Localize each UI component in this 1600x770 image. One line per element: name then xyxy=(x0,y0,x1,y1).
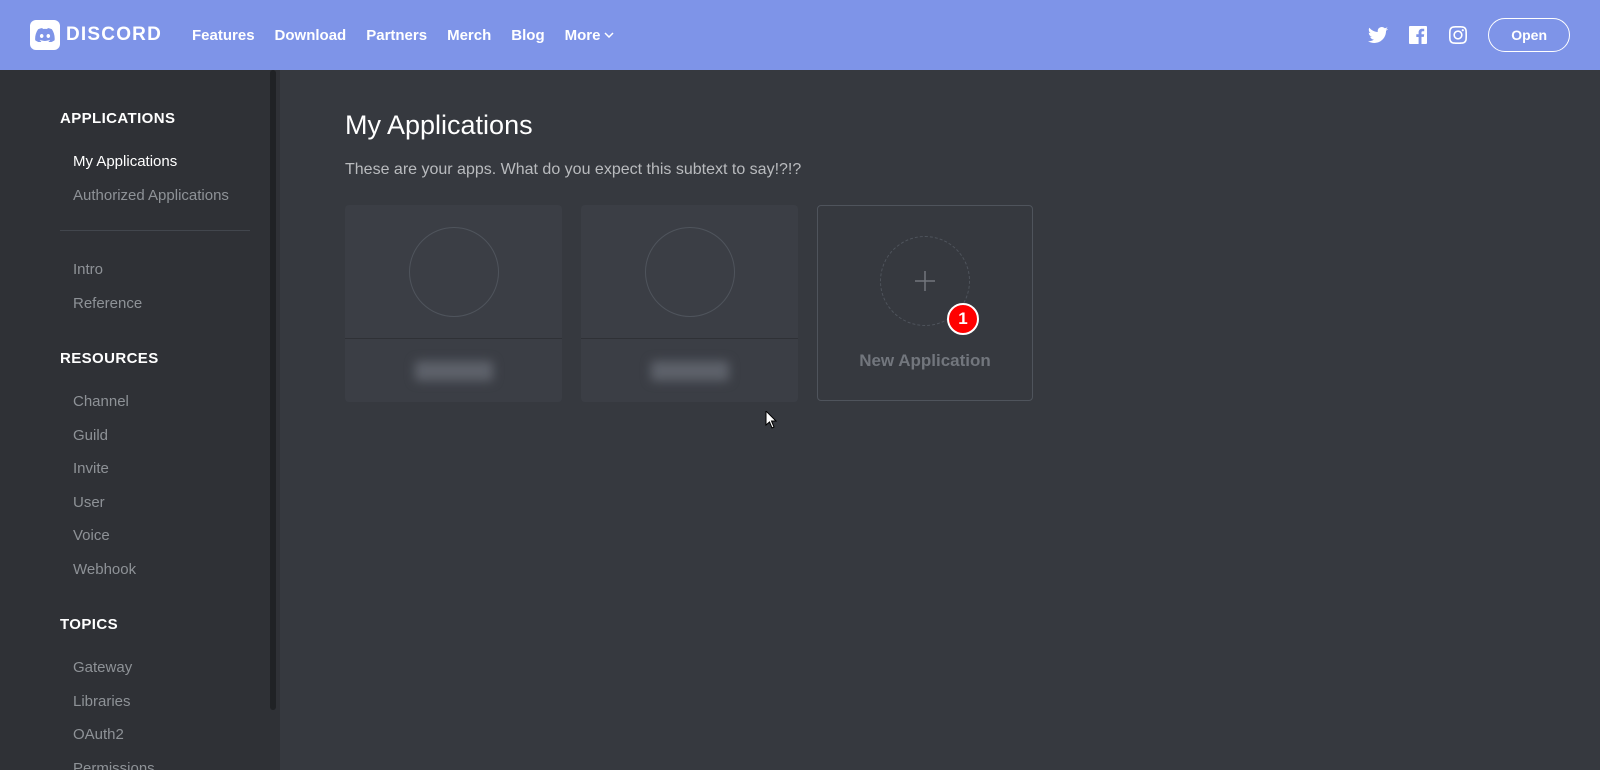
avatar-placeholder-icon xyxy=(645,227,735,317)
sidebar-item-invite[interactable]: Invite xyxy=(73,452,280,486)
body: APPLICATIONS My Applications Authorized … xyxy=(0,70,1600,770)
sidebar-item-guild[interactable]: Guild xyxy=(73,419,280,453)
discord-logo-icon xyxy=(30,20,60,50)
chevron-down-icon xyxy=(604,32,614,38)
nav-download[interactable]: Download xyxy=(275,27,347,44)
nav-more[interactable]: More xyxy=(565,27,615,44)
sidebar-section-topics: TOPICS Gateway Libraries OAuth2 Permissi… xyxy=(60,616,280,770)
nav-partners[interactable]: Partners xyxy=(366,27,427,44)
application-card-name-area xyxy=(581,339,798,402)
avatar-placeholder-icon xyxy=(409,227,499,317)
application-card-avatar-area xyxy=(581,205,798,339)
nav-more-label: More xyxy=(565,27,601,44)
sidebar-item-authorized-applications[interactable]: Authorized Applications xyxy=(73,179,280,213)
sidebar-section-applications: APPLICATIONS My Applications Authorized … xyxy=(60,110,280,320)
sidebar-divider xyxy=(60,230,250,231)
facebook-icon[interactable] xyxy=(1408,25,1428,45)
page-title: My Applications xyxy=(345,110,1600,141)
sidebar-item-libraries[interactable]: Libraries xyxy=(73,685,280,719)
sidebar-item-webhook[interactable]: Webhook xyxy=(73,553,280,587)
sidebar-heading-applications: APPLICATIONS xyxy=(60,110,280,127)
instagram-icon[interactable] xyxy=(1448,25,1468,45)
new-application-label: New Application xyxy=(859,351,991,371)
sidebar-heading-resources: RESOURCES xyxy=(60,350,280,367)
discord-logo[interactable]: DISCORD xyxy=(30,20,162,50)
new-application-circle: 1 xyxy=(880,236,970,326)
plus-icon xyxy=(911,267,939,295)
application-card[interactable] xyxy=(345,205,562,402)
header-left: DISCORD Features Download Partners Merch… xyxy=(30,20,614,50)
sidebar-item-intro[interactable]: Intro xyxy=(73,253,280,287)
sidebar-item-user[interactable]: User xyxy=(73,486,280,520)
header-right: Open xyxy=(1368,18,1570,52)
sidebar-heading-topics: TOPICS xyxy=(60,616,280,633)
sidebar-item-permissions[interactable]: Permissions xyxy=(73,752,280,770)
sidebar-item-oauth2[interactable]: OAuth2 xyxy=(73,718,280,752)
nav-blog[interactable]: Blog xyxy=(511,27,544,44)
open-button[interactable]: Open xyxy=(1488,18,1570,52)
nav-features[interactable]: Features xyxy=(192,27,255,44)
sidebar-item-my-applications[interactable]: My Applications xyxy=(73,145,280,179)
top-header: DISCORD Features Download Partners Merch… xyxy=(0,0,1600,70)
application-name-redacted xyxy=(651,361,729,381)
main-nav: Features Download Partners Merch Blog Mo… xyxy=(192,27,614,44)
sidebar-item-channel[interactable]: Channel xyxy=(73,385,280,419)
sidebar: APPLICATIONS My Applications Authorized … xyxy=(0,70,280,770)
page-subtitle: These are your apps. What do you expect … xyxy=(345,161,1600,179)
application-grid: 1 New Application xyxy=(345,205,1600,402)
notification-badge: 1 xyxy=(947,303,979,335)
scrollbar-thumb[interactable] xyxy=(270,70,276,710)
sidebar-item-gateway[interactable]: Gateway xyxy=(73,651,280,685)
application-card-avatar-area xyxy=(345,205,562,339)
new-application-button[interactable]: 1 New Application xyxy=(817,205,1033,401)
sidebar-section-resources: RESOURCES Channel Guild Invite User Voic… xyxy=(60,350,280,586)
sidebar-item-reference[interactable]: Reference xyxy=(73,287,280,321)
discord-logo-text: DISCORD xyxy=(66,24,162,46)
application-name-redacted xyxy=(415,361,493,381)
application-card[interactable] xyxy=(581,205,798,402)
sidebar-item-voice[interactable]: Voice xyxy=(73,519,280,553)
main-content: My Applications These are your apps. Wha… xyxy=(280,70,1600,770)
twitter-icon[interactable] xyxy=(1368,25,1388,45)
nav-merch[interactable]: Merch xyxy=(447,27,491,44)
application-card-name-area xyxy=(345,339,562,402)
